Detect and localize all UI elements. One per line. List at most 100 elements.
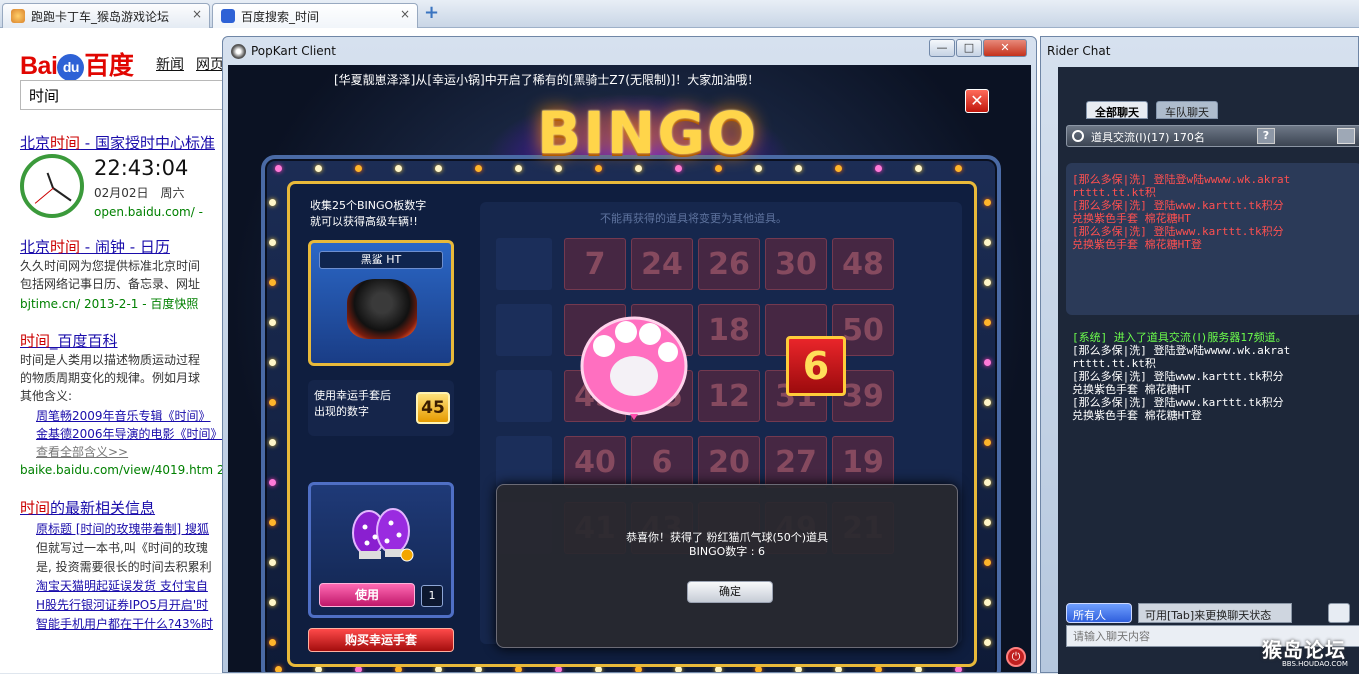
marquee-bulb bbox=[984, 519, 991, 526]
chat-line: [那么多保|洗] 登陆www.karttt.tk积分 bbox=[1072, 370, 1284, 383]
popkart-window: PopKart Client — □ ✕ [华夏靓崽泽泽]从[幸运小锅]中开启了… bbox=[222, 36, 1037, 673]
current-time: 22:43:04 bbox=[94, 156, 189, 180]
marquee-bulb bbox=[984, 239, 991, 246]
marquee-bulb bbox=[275, 666, 282, 672]
tab-all-chat[interactable]: 全部聊天 bbox=[1086, 101, 1148, 119]
result-url: baike.baidu.com/view/4019.htm 20 bbox=[20, 463, 233, 477]
marquee-bulb bbox=[984, 199, 991, 206]
marquee-bulb bbox=[269, 439, 276, 446]
result-url: open.baidu.com/ - bbox=[94, 205, 203, 219]
result-title-baike[interactable]: 时间_百度百科 bbox=[20, 330, 118, 351]
result-sublink[interactable]: 金基德2006年导演的电影《时间》 bbox=[36, 425, 223, 442]
pink-paw-balloon-icon bbox=[580, 316, 688, 420]
news-link[interactable]: H股先行银河证券IPO5月开启'时 bbox=[36, 596, 208, 613]
bingo-cell: 18 bbox=[698, 304, 760, 356]
title-part: - 闹钟 - 日历 bbox=[80, 238, 170, 256]
confirm-button[interactable]: 确定 bbox=[687, 581, 773, 603]
marquee-bulb bbox=[984, 599, 991, 606]
lucky-glove-card: 使用 1 bbox=[308, 482, 454, 618]
logo-du: du bbox=[57, 54, 85, 81]
browser-tab-forum[interactable]: 跑跑卡丁车_猴岛游戏论坛 × bbox=[2, 3, 210, 28]
marquee-bulb bbox=[795, 165, 802, 172]
bingo-cell: 12 bbox=[698, 370, 760, 422]
marquee-bulb bbox=[269, 279, 276, 286]
channel-bar: 道具交流(Ⅰ)(17) 170名 ? bbox=[1066, 125, 1359, 147]
marquee-bulb bbox=[984, 359, 991, 366]
tab-label: 百度搜索_时间 bbox=[241, 10, 320, 24]
nav-web[interactable]: 网页 bbox=[196, 54, 224, 74]
bingo-frame: 收集25个BINGO板数字 就可以获得高级车辆!! 黑鲨 HT 使用幸运手套后 … bbox=[261, 99, 1001, 672]
window-title: PopKart Client bbox=[251, 44, 336, 58]
news-link[interactable]: 智能手机用户都在干什么?43%时 bbox=[36, 615, 213, 632]
title-highlight: 时间 bbox=[50, 134, 81, 152]
use-glove-button[interactable]: 使用 bbox=[319, 583, 415, 607]
result-sublink[interactable]: 周笔畅2009年音乐专辑《时间》 bbox=[36, 407, 211, 424]
power-icon[interactable]: ⏻ bbox=[1006, 647, 1026, 667]
bingo-logo: BINGO bbox=[537, 99, 759, 167]
marquee-bulb bbox=[269, 519, 276, 526]
close-tab-icon[interactable]: × bbox=[192, 7, 202, 21]
nav-news[interactable]: 新闻 bbox=[156, 54, 184, 74]
monkey-icon bbox=[11, 9, 25, 23]
marquee-bulb bbox=[984, 639, 991, 646]
marquee-bulb bbox=[955, 165, 962, 172]
title-highlight: 时间 bbox=[50, 238, 81, 256]
result-title-news[interactable]: 时间的最新相关信息 bbox=[20, 497, 155, 518]
kart-icon bbox=[347, 279, 417, 339]
marquee-bulb bbox=[269, 559, 276, 566]
news-link[interactable]: 淘宝天猫明起延误发货 支付宝自 bbox=[36, 577, 208, 594]
logo-bai: Bai bbox=[20, 52, 58, 80]
chat-target-dropdown[interactable]: 所有人 bbox=[1066, 603, 1132, 623]
close-bingo-button[interactable]: ✕ bbox=[965, 89, 989, 113]
reward-slot-icon bbox=[496, 436, 552, 488]
glove-number-label: 使用幸运手套后 出现的数字 bbox=[314, 389, 391, 418]
close-window-button[interactable]: ✕ bbox=[983, 39, 1027, 57]
result-snippet: 的物质周期变化的规律。例如月球 bbox=[20, 371, 201, 385]
close-tab-icon[interactable]: × bbox=[400, 7, 410, 21]
bingo-cell: 19 bbox=[832, 436, 894, 488]
marquee-bulb bbox=[475, 165, 482, 172]
baidu-paw-icon bbox=[221, 9, 235, 23]
marquee-bulb bbox=[435, 165, 442, 172]
new-tab-button[interactable]: + bbox=[424, 4, 442, 22]
marquee-bulb bbox=[984, 279, 991, 286]
minimize-button[interactable]: — bbox=[929, 39, 955, 57]
marquee-bulb bbox=[269, 599, 276, 606]
help-button[interactable]: ? bbox=[1257, 128, 1275, 144]
reward-slot-icon bbox=[496, 370, 552, 422]
chat-controls: 所有人 可用[Tab]来更换聊天状态 bbox=[1066, 601, 1359, 625]
rider-chat-window: Rider Chat 全部聊天 车队聊天 道具交流(Ⅰ)(17) 170名 ? … bbox=[1040, 36, 1359, 674]
result-snippet: 久久时间网为您提供标准北京时间 bbox=[20, 259, 201, 273]
marquee-bulb bbox=[915, 165, 922, 172]
result-url: bjtime.cn/ 2013-2-1 - 百度快照 bbox=[20, 297, 199, 311]
glove-number-badge: 45 bbox=[416, 392, 450, 424]
browser-tab-baidu[interactable]: 百度搜索_时间 × bbox=[212, 3, 418, 28]
tab-team-chat[interactable]: 车队聊天 bbox=[1156, 101, 1218, 119]
collapse-button[interactable] bbox=[1337, 128, 1355, 144]
clock-icon bbox=[20, 154, 84, 218]
chat-line: 兑换紫色手套 棉花糖HT bbox=[1072, 383, 1191, 396]
marquee-bulb bbox=[395, 165, 402, 172]
window-title: Rider Chat bbox=[1047, 44, 1111, 58]
reward-slot-icon bbox=[496, 238, 552, 290]
search-input[interactable] bbox=[20, 80, 230, 110]
chat-log: [系统] 进入了道具交流(Ⅰ)服务器17频道。 [那么多保|洗] 登陆登w陆ww… bbox=[1072, 331, 1359, 422]
chat-line: [那么多保|洗] 登陆www.karttt.tk积分 bbox=[1072, 225, 1284, 238]
result-title-beijing-time[interactable]: 北京时间 - 国家授时中心标准 bbox=[20, 132, 215, 153]
baidu-logo[interactable]: Bai du 百度 bbox=[20, 46, 134, 82]
buy-lucky-glove-button[interactable]: 购买幸运手套 bbox=[308, 628, 454, 652]
result-title-clock[interactable]: 北京时间 - 闹钟 - 日历 bbox=[20, 236, 170, 257]
channel-name: 道具交流(Ⅰ)(17) 170名 bbox=[1091, 131, 1205, 144]
marquee-bulb bbox=[984, 559, 991, 566]
news-link[interactable]: 原标题 [时间的玫瑰带着制] 搜狐 bbox=[36, 520, 209, 537]
marquee-bulb bbox=[984, 399, 991, 406]
chat-line: [那么多保|洗] 登陆登w陆wwww.wk.akrat bbox=[1072, 173, 1291, 186]
logo-cn: 百度 bbox=[84, 52, 134, 80]
emoticon-icon[interactable] bbox=[1328, 603, 1350, 623]
reward-car-name: 黑鲨 HT bbox=[319, 251, 443, 269]
bingo-cell: 48 bbox=[832, 238, 894, 290]
result-snippet: 其他含义: bbox=[20, 389, 73, 403]
reward-slot-icon bbox=[496, 304, 552, 356]
result-sublink[interactable]: 查看全部含义>> bbox=[36, 443, 128, 460]
maximize-button[interactable]: □ bbox=[956, 39, 982, 57]
